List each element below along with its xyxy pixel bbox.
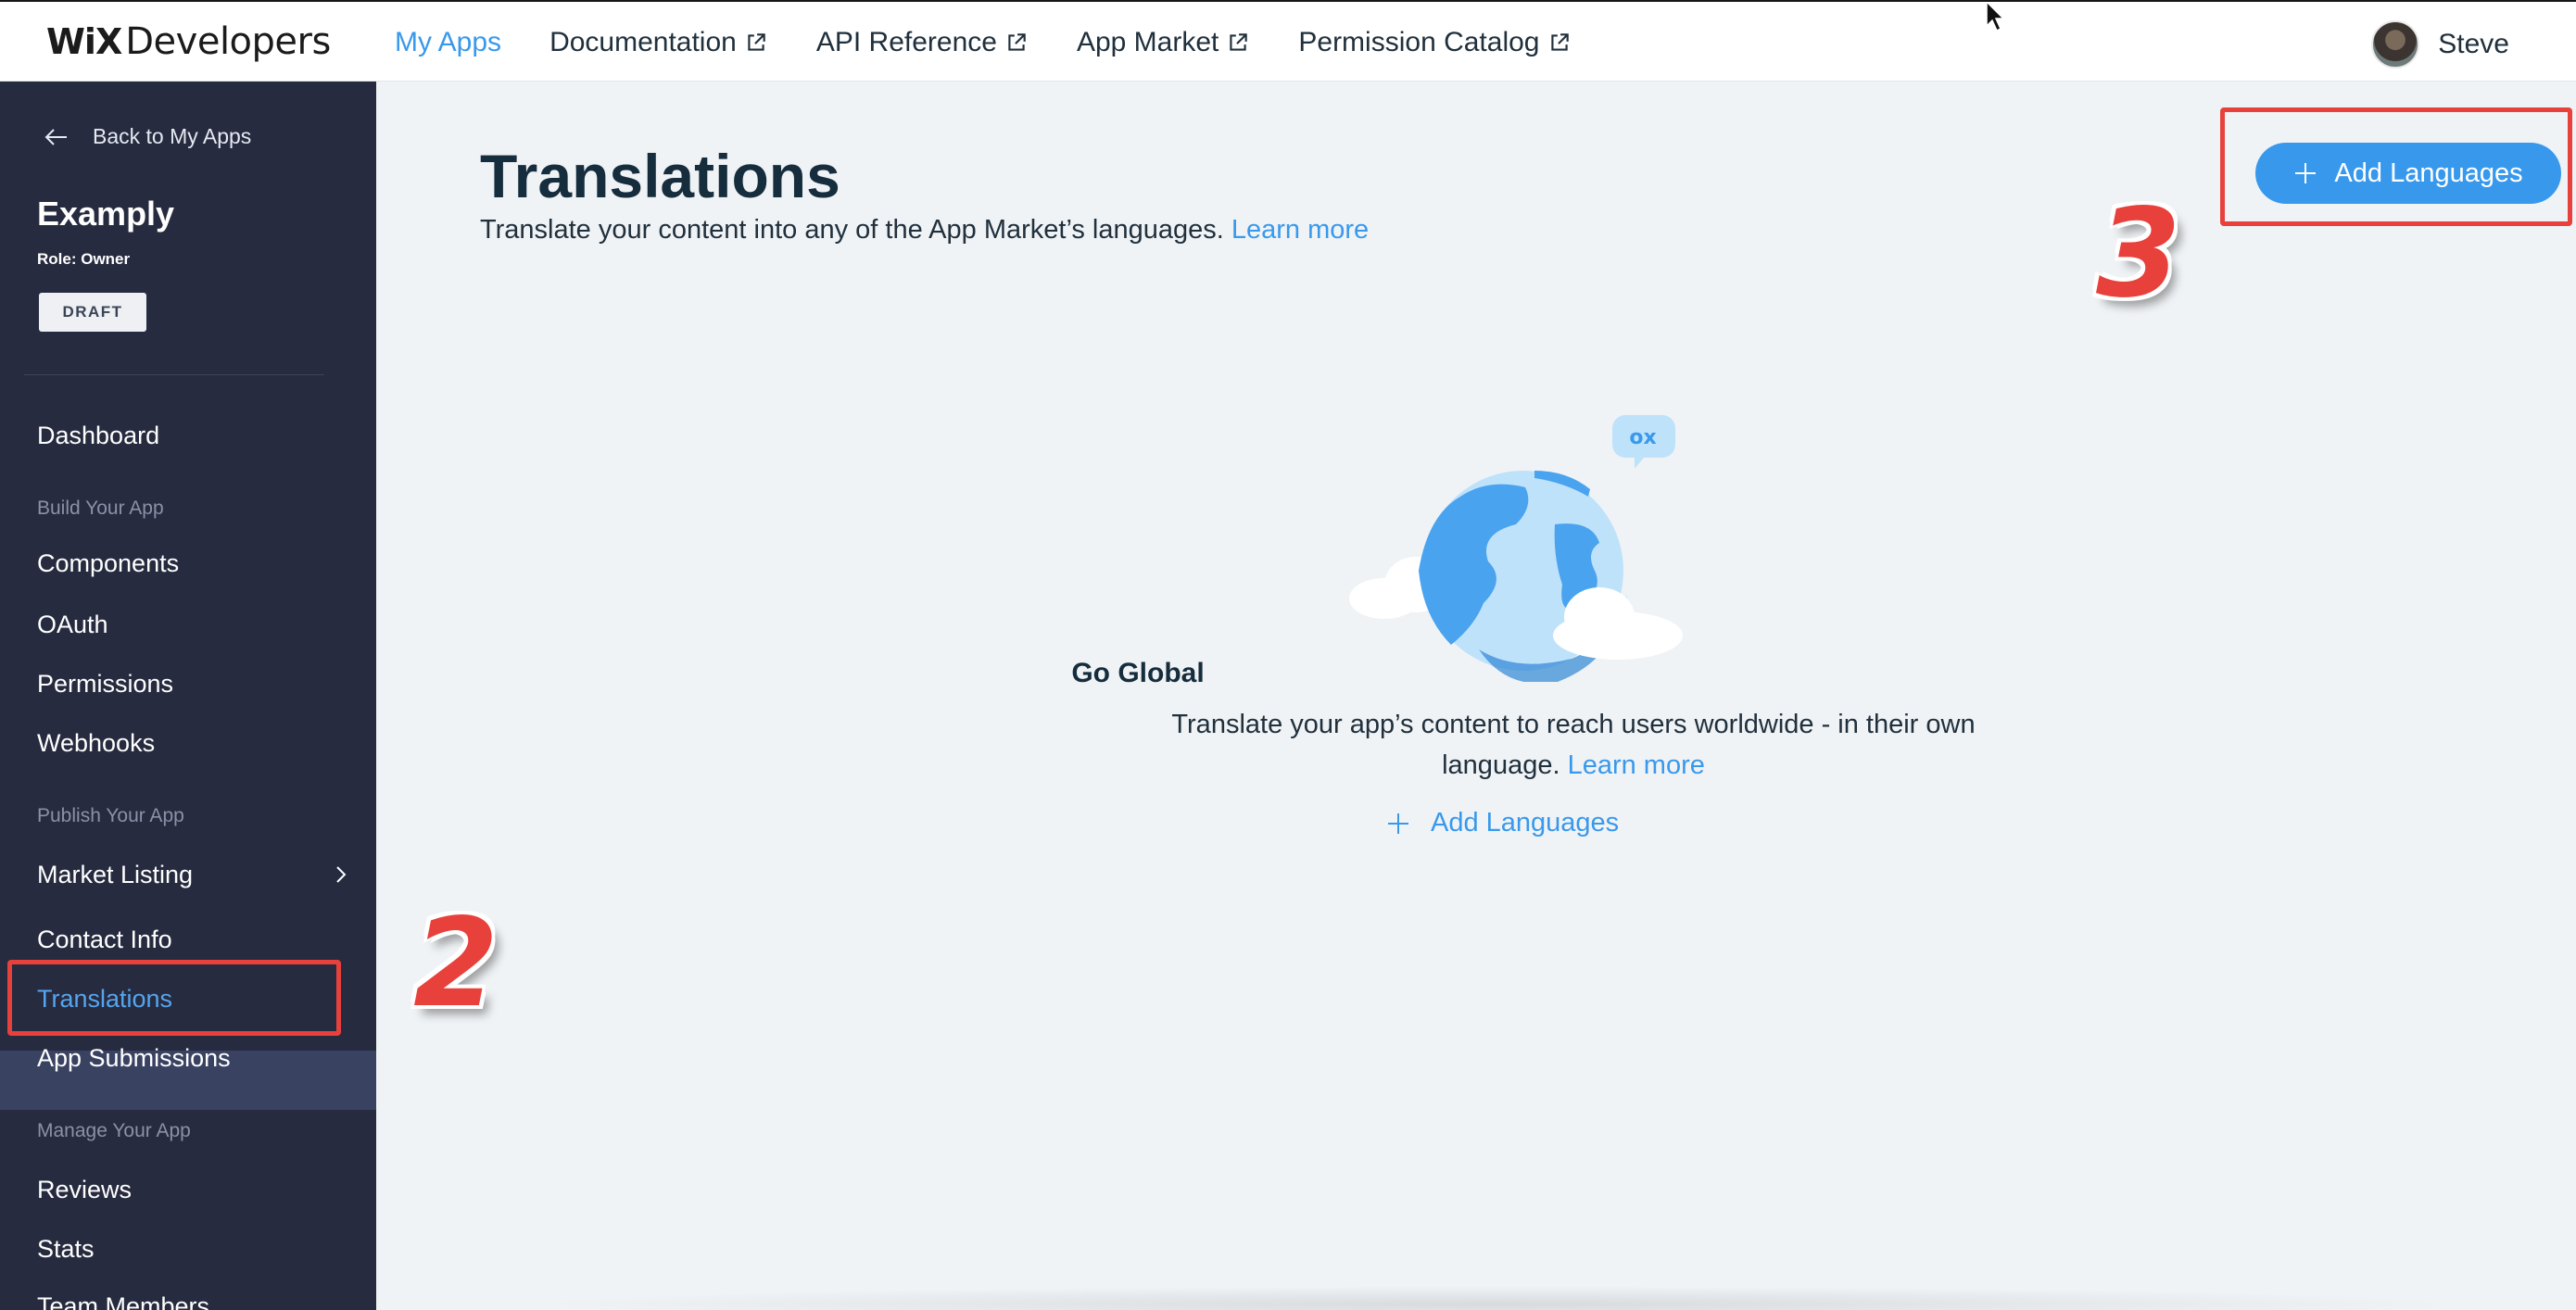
nav-api-reference-label: API Reference — [815, 27, 997, 57]
nav-permission-catalog[interactable]: Permission Catalog — [1298, 2, 1571, 83]
status-badge: DRAFT — [39, 293, 146, 332]
annotation-box-add-languages — [2220, 107, 2572, 226]
nav-app-market[interactable]: App Market — [1077, 2, 1250, 83]
sidebar: Back to My Apps Examply Role: Owner DRAF… — [0, 82, 376, 1310]
sidebar-item-dashboard[interactable]: Dashboard — [37, 417, 159, 454]
page-title: Translations — [480, 142, 840, 210]
sidebar-item-team-members[interactable]: Team Members — [37, 1288, 209, 1310]
sidebar-item-reviews[interactable]: Reviews — [37, 1171, 132, 1208]
page-subtitle: Translate your content into any of the A… — [480, 215, 1369, 246]
sidebar-section-publish: Publish Your App — [37, 805, 184, 826]
sidebar-item-app-submissions[interactable]: App Submissions — [37, 1039, 231, 1077]
top-bar: WiX Developers My Apps Documentation API… — [0, 0, 2576, 82]
arrow-left-icon — [44, 128, 67, 145]
main-content: Translations Translate your content into… — [376, 82, 2576, 1310]
empty-state-add-languages-label: Add Languages — [1431, 808, 1620, 838]
empty-state-add-languages-link[interactable]: Add Languages — [1386, 808, 1619, 838]
sidebar-item-oauth[interactable]: OAuth — [37, 606, 108, 643]
empty-state-text-line2-text: language. — [1442, 750, 1560, 780]
nav-permission-catalog-label: Permission Catalog — [1298, 27, 1540, 57]
nav-app-market-label: App Market — [1076, 27, 1219, 57]
external-link-icon — [1550, 33, 1569, 51]
sidebar-item-webhooks[interactable]: Webhooks — [37, 724, 155, 762]
empty-state-title: Go Global — [1071, 658, 1205, 688]
logo-wix-text: WiX — [46, 21, 122, 62]
user-name: Steve — [2438, 29, 2509, 59]
avatar — [2371, 20, 2420, 69]
learn-more-link[interactable]: Learn more — [1231, 215, 1369, 245]
logo-developers-text: Developers — [125, 20, 331, 63]
nav-documentation[interactable]: Documentation — [549, 2, 768, 83]
sidebar-section-build: Build Your App — [37, 498, 164, 519]
empty-state-text-line1: Translate your app’s content to reach us… — [1171, 710, 1976, 739]
back-to-my-apps-link[interactable]: Back to My Apps — [44, 124, 251, 149]
external-link-icon — [1230, 33, 1248, 51]
sidebar-item-contact-info[interactable]: Contact Info — [37, 921, 172, 958]
sidebar-item-stats[interactable]: Stats — [37, 1230, 95, 1267]
sidebar-item-permissions[interactable]: Permissions — [37, 665, 173, 702]
nav-my-apps-label: My Apps — [395, 27, 502, 57]
plus-icon — [1388, 812, 1408, 834]
nav-api-reference[interactable]: API Reference — [816, 2, 1029, 83]
sidebar-item-market-listing-label: Market Listing — [37, 860, 194, 888]
annotation-step-3: 3 — [2096, 183, 2181, 325]
nav-documentation-label: Documentation — [549, 27, 737, 57]
sidebar-item-components[interactable]: Components — [37, 545, 179, 582]
annotation-box-translations — [7, 960, 341, 1036]
app-name: Examply — [37, 195, 175, 233]
user-menu[interactable]: Steve — [2371, 20, 2509, 69]
app-role: Role: Owner — [37, 250, 131, 268]
sidebar-divider — [24, 374, 324, 375]
annotation-step-2: 2 — [413, 892, 499, 1035]
external-link-icon — [748, 33, 765, 51]
content-card-shadow — [524, 1286, 2470, 1310]
sidebar-section-manage: Manage Your App — [37, 1120, 191, 1141]
mouse-cursor-icon — [1986, 2, 2005, 32]
speech-bubble-text: ox — [1629, 426, 1656, 449]
page-subtitle-text: Translate your content into any of the A… — [480, 215, 1224, 245]
empty-state-text-line2: language. Learn more — [1129, 745, 2018, 786]
app-window: WiX Developers My Apps Documentation API… — [0, 0, 2576, 1310]
top-nav: My Apps Documentation API Reference App … — [395, 2, 1620, 83]
sidebar-item-market-listing[interactable]: Market Listing — [37, 856, 347, 893]
chevron-right-icon — [336, 866, 347, 883]
wix-developers-logo[interactable]: WiX Developers — [46, 19, 331, 65]
external-link-icon — [1008, 33, 1026, 51]
empty-state-text: Translate your app’s content to reach us… — [1129, 704, 2018, 786]
empty-state-learn-more-link[interactable]: Learn more — [1568, 750, 1705, 780]
nav-my-apps[interactable]: My Apps — [395, 2, 501, 83]
back-label: Back to My Apps — [93, 124, 252, 148]
globe-illustration: ox — [1349, 415, 1683, 682]
